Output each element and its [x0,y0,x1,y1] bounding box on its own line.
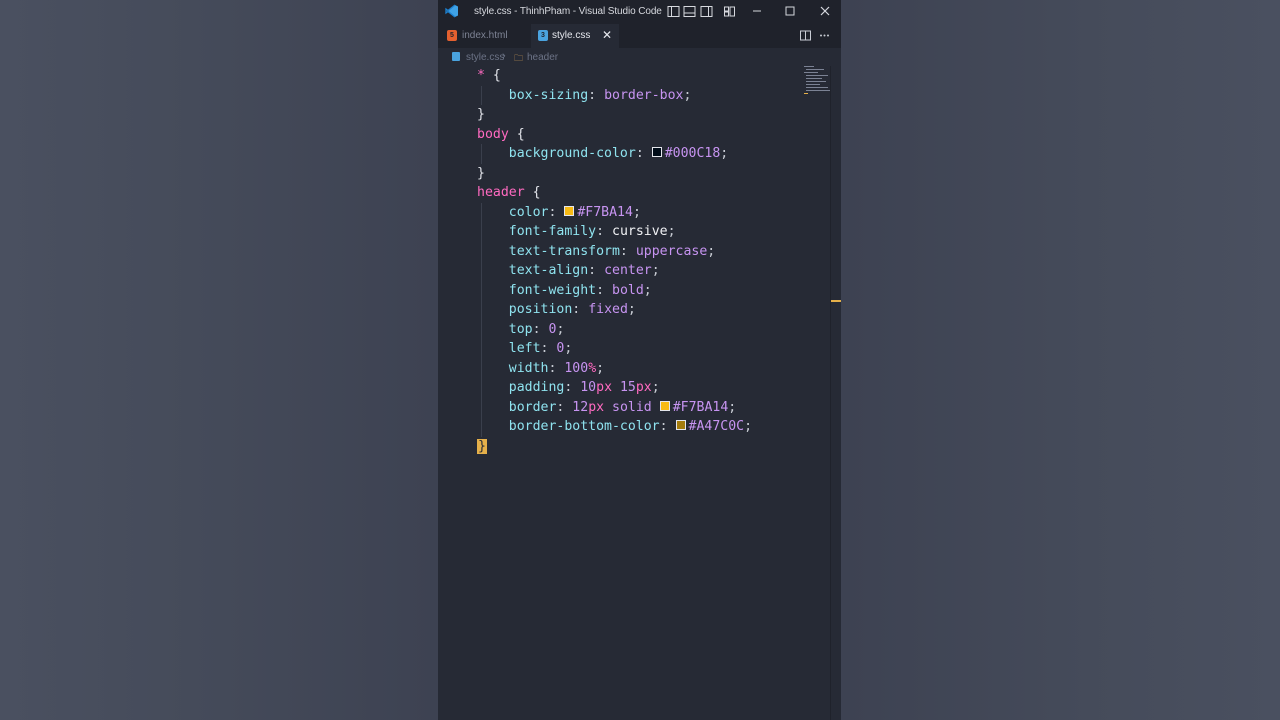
toggle-panel-icon[interactable] [683,5,696,18]
selector: header [477,185,525,200]
tab-label: index.html [462,30,508,41]
code-line: } [477,165,485,181]
color-swatch[interactable] [659,400,670,411]
css-value: border-box [604,87,684,103]
code-line: font-family: cursive; [508,224,676,239]
vertical-scrollbar[interactable] [830,66,841,720]
css-value: center [604,263,652,278]
html5-icon: 5 [447,30,457,41]
css-value: #000C18 [664,146,721,161]
css-property: font-weight [508,282,597,298]
scrollbar-cursor-marker [831,300,841,302]
minimap[interactable] [804,66,830,96]
css-value: #F7BA14 [577,204,633,220]
selector: * [477,68,485,83]
breadcrumb: style.css › 🗀 header [438,48,841,66]
toggle-secondary-sidebar-icon[interactable] [700,5,713,18]
css-property: position [508,302,573,317]
breadcrumb-file[interactable]: style.css [466,52,504,63]
more-actions-icon[interactable] [818,29,831,42]
close-window-button[interactable] [818,4,832,18]
code-line: text-align: center; [508,263,660,278]
breadcrumb-symbol[interactable]: header [527,52,558,63]
css3-icon: 3 [538,30,548,41]
split-editor-icon[interactable] [799,29,812,42]
tab-style-css[interactable]: 3 style.css ✕ [531,24,619,48]
vscode-logo-icon [445,4,458,18]
window-title: style.css - ThinhPham - Visual Studio Co… [474,6,662,17]
css-property: top [508,321,533,337]
css-property: width [508,360,549,376]
code-line: border-bottom-color: #A47C0C; [508,419,753,434]
css-unit: px [596,380,613,395]
css3-icon [452,52,460,61]
css-unit: % [588,360,597,376]
close-icon[interactable]: ✕ [602,28,612,42]
tab-index-html[interactable]: 5 index.html [438,24,531,48]
selector: body [477,126,509,142]
vscode-window: style.css - ThinhPham - Visual Studio Co… [438,0,841,720]
css-value: cursive [612,224,668,239]
customize-layout-icon[interactable] [723,5,736,18]
code-line: box-sizing: border-box; [508,87,692,103]
css-property: left [508,341,541,356]
css-value: #A47C0C [688,419,745,434]
code-line: width: 100%; [508,360,605,376]
code-line: position: fixed; [508,302,636,317]
code-line: left: 0; [508,341,573,356]
code-line: background-color: #000C18; [508,146,729,161]
code-line: color: #F7BA14; [508,204,641,220]
code-line: } [477,437,487,457]
chevron-right-icon: › [502,50,506,62]
color-swatch[interactable] [675,420,686,430]
css-value: solid [612,399,652,415]
code-line: } [477,107,485,122]
css-value: bold [612,282,644,298]
code-line: padding: 10px 15px; [508,380,660,395]
color-swatch[interactable] [651,147,662,157]
css-property: border-bottom-color [508,419,660,434]
code-line: * { [477,68,501,83]
code-line: text-transform: uppercase; [508,243,716,259]
css-property: background-color [508,146,636,161]
css-value: 15 [619,380,636,395]
css-property: color [508,204,549,220]
css-unit: px [635,380,652,395]
css-property: text-transform [508,243,620,259]
toggle-primary-sidebar-icon[interactable] [667,5,680,18]
title-bar: style.css - ThinhPham - Visual Studio Co… [438,0,841,24]
css-value: #F7BA14 [672,399,729,415]
css-value: fixed [588,302,628,317]
maximize-button[interactable] [783,4,797,18]
css-property: border [508,399,557,415]
code-line: header { [477,185,541,200]
symbol-class-icon: 🗀 [514,53,524,63]
cursor-brace: } [477,438,487,454]
code-line: border: 12px solid #F7BA14; [508,399,737,415]
css-value: 10 [580,380,597,395]
css-value: uppercase [635,243,708,259]
css-property: text-align [508,263,589,278]
css-property: padding [508,380,565,395]
css-property: box-sizing [508,87,589,103]
editor-tab-bar: 5 index.html 3 style.css ✕ [438,24,841,48]
tab-label: style.css [552,30,591,41]
code-line: body { [477,126,525,142]
css-value: 100 [564,360,589,376]
css-property: font-family [508,224,597,239]
minimize-button[interactable] [750,4,764,18]
color-swatch[interactable] [564,205,575,216]
css-value: 12 [572,399,589,415]
code-line: font-weight: bold; [508,282,652,298]
code-editor[interactable]: * { box-sizing: border-box; } body { bac… [438,66,830,720]
code-line: top: 0; [508,321,565,337]
css-unit: px [588,399,605,415]
